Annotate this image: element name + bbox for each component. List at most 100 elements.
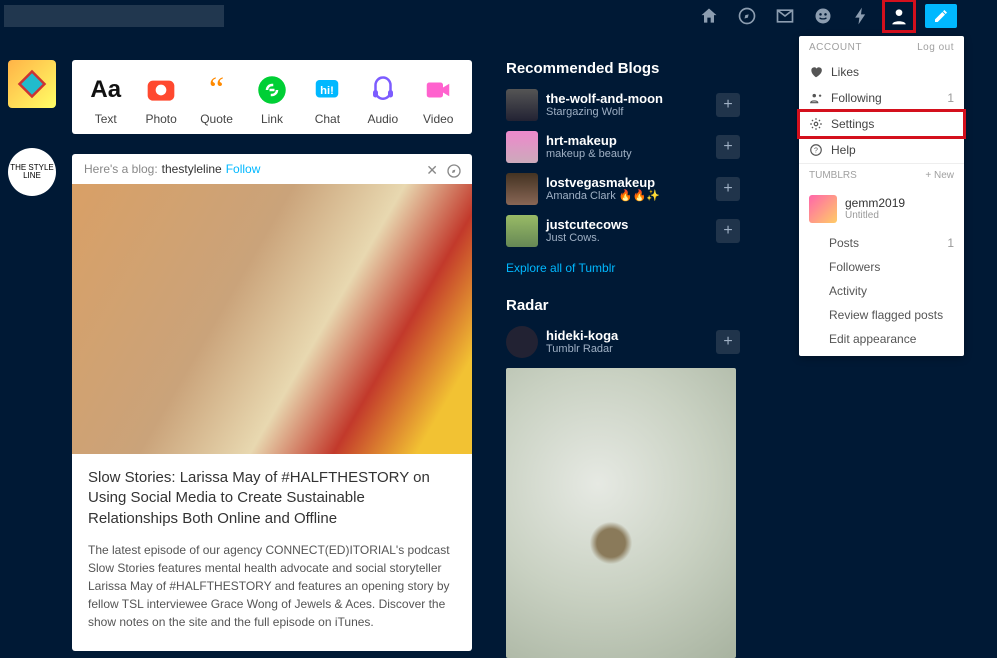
dropdown-activity[interactable]: Activity [799,279,964,303]
inbox-icon[interactable] [773,4,797,28]
home-icon[interactable] [697,4,721,28]
compass-icon[interactable] [446,163,462,179]
dropdown-item-label: Likes [831,65,859,79]
post-type-photo[interactable]: Photo [136,72,186,126]
dropdown-item-label: Settings [831,117,874,131]
post-type-text[interactable]: Aa Text [81,72,131,126]
recommended-title: Recommended Blogs [506,60,740,77]
feed-intro: Here's a blog: [84,162,158,176]
feed-blogname[interactable]: thestyleline [162,162,222,176]
blog-tagline: Amanda Clark 🔥🔥✨ [546,190,660,203]
dropdown-help[interactable]: ? Help [799,137,964,163]
dropdown-likes[interactable]: Likes [799,59,964,85]
dropdown-item-label: Following [831,91,882,105]
radar-image[interactable] [506,368,736,658]
dropdown-posts[interactable]: Posts 1 [799,231,964,255]
blog-tagline: makeup & beauty [546,148,632,161]
blog-tagline: Tumblr Radar [546,343,618,356]
follow-plus-button[interactable]: + [716,330,740,354]
post-type-video[interactable]: Video [413,72,463,126]
search-input[interactable] [4,5,224,27]
feed-image[interactable] [72,184,472,454]
post-type-label: Text [95,112,117,126]
messaging-icon[interactable] [811,4,835,28]
recommended-blog[interactable]: hrt-makeupmakeup & beauty + [506,131,740,163]
svg-text:hi!: hi! [321,85,335,97]
explore-icon[interactable] [735,4,759,28]
recommended-blog[interactable]: lostvegasmakeupAmanda Clark 🔥🔥✨ + [506,173,740,205]
blog-avatar [506,89,538,121]
post-type-label: Video [423,112,453,126]
gear-icon [809,117,823,131]
blog-avatar [506,173,538,205]
radar-blog[interactable]: hideki-kogaTumblr Radar + [506,326,740,358]
dropdown-tumblrs-label: TUMBLRS [809,170,857,181]
chat-icon: hi! [309,72,345,108]
activity-icon[interactable] [849,4,873,28]
follow-link[interactable]: Follow [226,162,261,176]
photo-icon [143,72,179,108]
heart-icon [809,65,823,79]
blog-name: gemm2019 [845,196,905,210]
blog-avatar [506,215,538,247]
dropdown-following[interactable]: Following 1 [799,85,964,111]
post-type-label: Photo [145,112,176,126]
dropdown-account-label: ACCOUNT [809,42,862,53]
top-nav [697,4,957,28]
dropdown-item-label: Edit appearance [829,332,916,346]
link-icon [254,72,290,108]
compose-button[interactable] [925,4,957,28]
recommended-blog[interactable]: justcutecowsJust Cows. + [506,215,740,247]
blog-avatar [809,195,837,223]
audio-icon [365,72,401,108]
post-type-quote[interactable]: “ Quote [192,72,242,126]
feed-post: Here's a blog: thestyleline Follow ✕ Slo… [72,154,472,651]
blog-name: hrt-makeup [546,133,632,149]
blog-subtitle: Untitled [845,210,905,222]
post-type-label: Chat [315,112,340,126]
close-icon[interactable]: ✕ [426,162,438,179]
post-type-bar: Aa Text Photo “ Quote Link hi! Chat Audi… [72,60,472,134]
count-badge: 1 [947,236,954,250]
dropdown-review[interactable]: Review flagged posts [799,303,964,327]
logout-link[interactable]: Log out [917,42,954,53]
dropdown-settings[interactable]: Settings [799,111,964,137]
post-type-audio[interactable]: Audio [358,72,408,126]
feed-title: Slow Stories: Larissa May of #HALFTHESTO… [88,468,456,529]
follow-plus-button[interactable]: + [716,177,740,201]
dropdown-item-label: Followers [829,260,880,274]
dropdown-item-label: Activity [829,284,867,298]
follow-plus-button[interactable]: + [716,219,740,243]
recommended-blog[interactable]: the-wolf-and-moonStargazing Wolf + [506,89,740,121]
radar-title: Radar [506,297,740,314]
feed-description: The latest episode of our agency CONNECT… [88,541,456,631]
dropdown-blog[interactable]: gemm2019 Untitled [799,187,964,231]
blog-name: the-wolf-and-moon [546,91,663,107]
dashboard-avatar[interactable] [8,60,56,108]
count-badge: 1 [947,91,954,105]
following-icon [809,91,823,105]
dropdown-edit[interactable]: Edit appearance [799,327,964,356]
blog-avatar-styleline[interactable]: THE STYLE LINE [8,148,56,196]
dropdown-item-label: Review flagged posts [829,308,943,322]
post-type-label: Link [261,112,283,126]
post-type-label: Quote [200,112,233,126]
dropdown-item-label: Help [831,143,856,157]
follow-plus-button[interactable]: + [716,93,740,117]
dropdown-followers[interactable]: Followers [799,255,964,279]
follow-plus-button[interactable]: + [716,135,740,159]
explore-all-link[interactable]: Explore all of Tumblr [506,261,615,275]
dropdown-item-label: Posts [829,236,859,250]
blog-name: hideki-koga [546,328,618,344]
blog-name: lostvegasmakeup [546,175,660,191]
blog-avatar [506,131,538,163]
account-icon[interactable] [887,4,911,28]
quote-icon: “ [199,72,235,108]
post-type-link[interactable]: Link [247,72,297,126]
account-dropdown: ACCOUNT Log out Likes Following 1 Settin… [799,36,964,356]
text-icon: Aa [88,72,124,108]
new-blog-link[interactable]: + New [925,170,954,181]
post-type-chat[interactable]: hi! Chat [302,72,352,126]
video-icon [420,72,456,108]
left-rail: THE STYLE LINE [8,60,56,196]
